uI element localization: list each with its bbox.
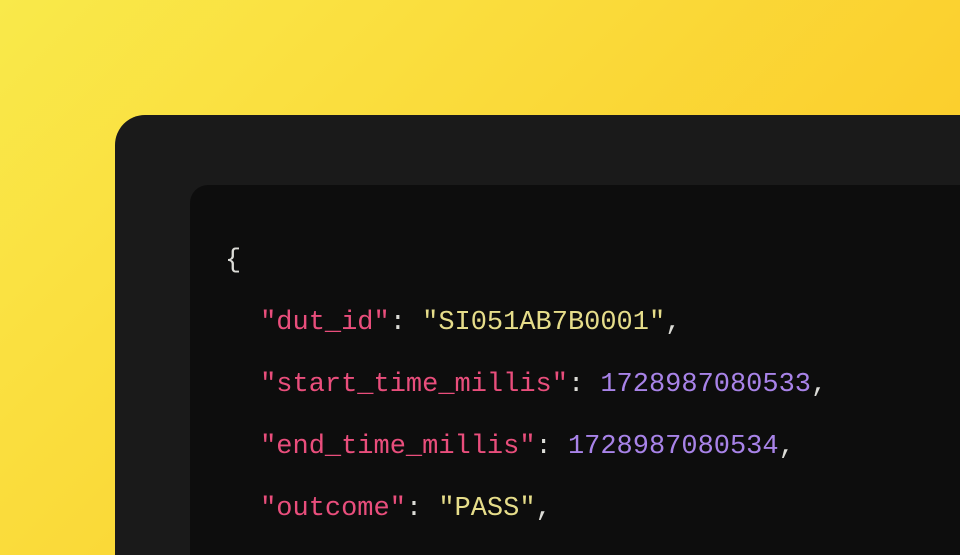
- json-code-block: { "dut_id": "SI051AB7B0001", "start_time…: [225, 230, 925, 555]
- editor-window: { "dut_id": "SI051AB7B0001", "start_time…: [115, 115, 960, 555]
- json-string-value: "PASS": [438, 494, 535, 524]
- json-key: "outcome": [260, 494, 406, 524]
- colon: :: [390, 308, 406, 338]
- comma: ,: [665, 308, 681, 338]
- open-brace: {: [225, 246, 241, 276]
- json-key: "end_time_millis": [260, 432, 535, 462]
- json-key: "start_time_millis": [260, 370, 568, 400]
- comma: ,: [536, 494, 552, 524]
- comma: ,: [811, 370, 827, 400]
- code-panel: { "dut_id": "SI051AB7B0001", "start_time…: [190, 185, 960, 555]
- json-key: "dut_id": [260, 308, 390, 338]
- json-string-value: "SI051AB7B0001": [422, 308, 665, 338]
- colon: :: [536, 432, 552, 462]
- colon: :: [568, 370, 584, 400]
- colon: :: [406, 494, 422, 524]
- json-number-value: 1728987080533: [600, 370, 811, 400]
- comma: ,: [779, 432, 795, 462]
- json-number-value: 1728987080534: [568, 432, 779, 462]
